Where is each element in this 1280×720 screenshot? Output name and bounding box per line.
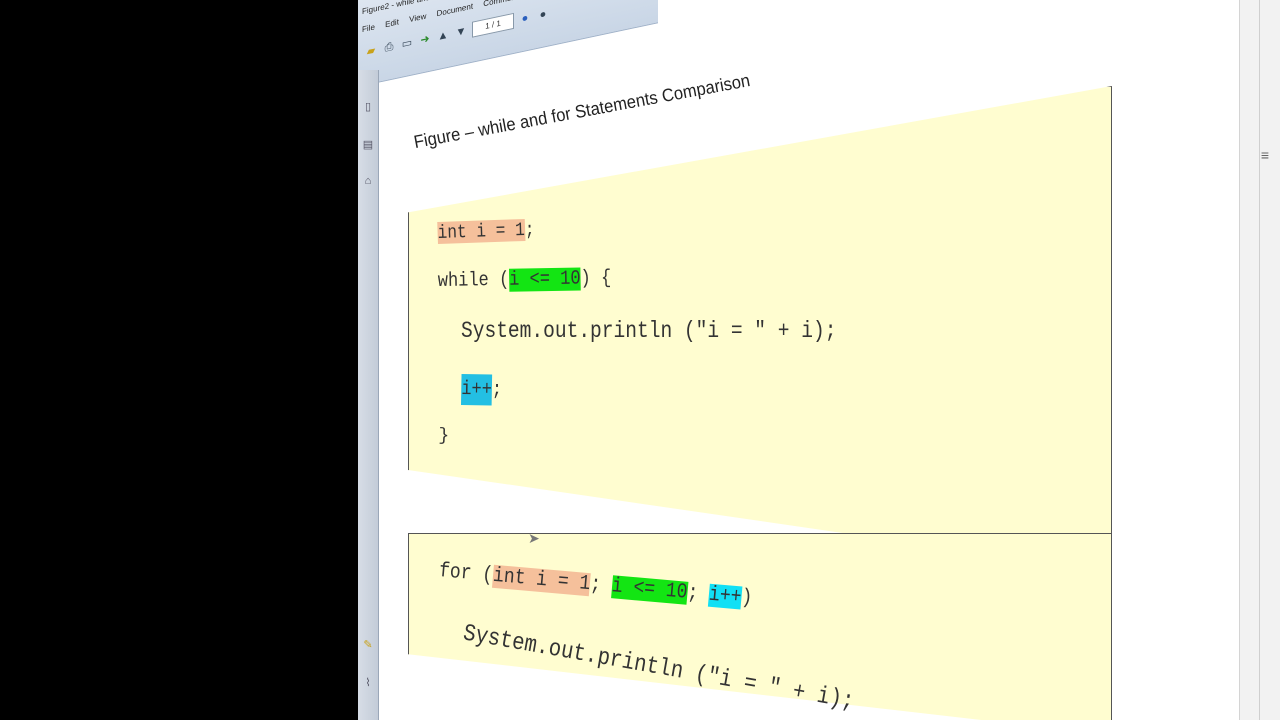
page-number-field[interactable]: 1 / 1 (472, 12, 514, 38)
menu-edit[interactable]: Edit (385, 17, 399, 29)
attachment-clip-icon[interactable]: ⌇ (361, 676, 375, 690)
menu-file[interactable]: File (362, 22, 375, 34)
zoom-in-icon[interactable]: ● (536, 6, 550, 23)
window-chrome: Figure2 - while and for ... File Edit Vi… (358, 0, 658, 87)
while-line-2: while (i <= 10) { (437, 266, 612, 293)
figure-caption: Figure – while and for Statements Compar… (412, 70, 752, 153)
open-folder-icon[interactable]: ▰ (364, 43, 378, 60)
zoom-out-icon[interactable]: ● (518, 10, 532, 27)
while-line-3: System.out.println ("i = " + i); (461, 318, 837, 344)
condition-highlight: i <= 10 (509, 267, 581, 292)
screen: Figure2 - while and for ... File Edit Vi… (0, 0, 1280, 720)
vertical-scrollbar[interactable]: ≡ (1239, 0, 1280, 720)
comments-icon[interactable]: ✎ (361, 638, 375, 652)
for-increment-highlight: i++ (707, 583, 743, 610)
navigation-sidebar: ▯ ▤ ⌂ ✎ ⌇ (358, 70, 379, 720)
scroll-track[interactable] (1259, 0, 1260, 720)
page-icon[interactable]: ▭ (400, 35, 414, 52)
init-highlight: int i = 1 (437, 218, 526, 244)
menu-comments[interactable]: Comments (483, 0, 522, 8)
page-down-icon[interactable]: ▼ (454, 24, 468, 41)
mouse-pointer-icon: ➤ (528, 530, 540, 546)
pages-icon[interactable]: ▯ (361, 100, 375, 114)
print-icon[interactable]: ⎙ (382, 39, 396, 56)
pdf-reader-window: Figure2 - while and for ... File Edit Vi… (358, 0, 1280, 720)
page-up-icon[interactable]: ▲ (436, 27, 450, 44)
attachments-icon[interactable]: ⌂ (361, 174, 375, 188)
while-line-4: i++; (461, 374, 502, 406)
increment-highlight: i++ (461, 374, 493, 406)
menu-document[interactable]: Document (437, 2, 473, 19)
bookmarks-icon[interactable]: ▤ (361, 138, 375, 152)
scroll-grip-icon[interactable]: ≡ (1258, 148, 1272, 162)
next-page-icon[interactable]: ➜ (418, 31, 432, 48)
while-line-1: int i = 1; (437, 218, 535, 244)
while-line-5: } (438, 426, 450, 447)
menu-view[interactable]: View (409, 11, 426, 24)
